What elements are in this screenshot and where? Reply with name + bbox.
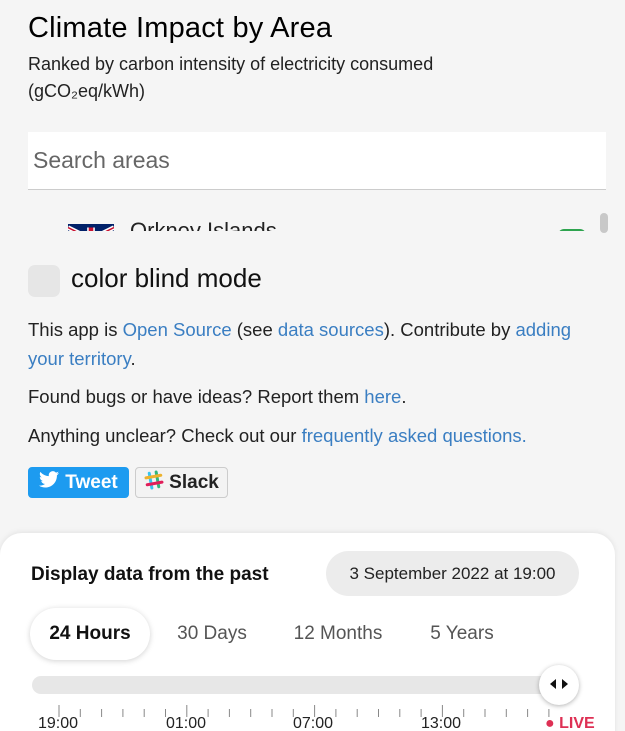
tick-label: 13:00 (421, 715, 462, 731)
page-title: Climate Impact by Area (28, 12, 333, 44)
slack-icon (144, 470, 164, 496)
time-slider-handle[interactable] (539, 665, 579, 705)
carbon-intensity-badge (558, 229, 586, 231)
color-blind-label: color blind mode (71, 263, 262, 293)
list-item[interactable]: Orkney Islands (28, 216, 606, 231)
selected-date-badge[interactable]: 3 September 2022 at 19:00 (326, 551, 579, 596)
open-source-link[interactable]: Open Source (123, 319, 232, 340)
live-indicator[interactable]: ● LIVE (545, 715, 595, 731)
time-panel-title: Display data from the past (31, 564, 269, 585)
time-slider-track[interactable] (32, 676, 557, 694)
color-blind-checkbox[interactable] (28, 265, 60, 297)
faq-link[interactable]: frequently asked questions. (302, 425, 527, 446)
tweet-button[interactable]: Tweet (28, 467, 129, 498)
page-subtitle: Ranked by carbon intensity of electricit… (28, 54, 434, 101)
time-controller-panel: Display data from the past 3 September 2… (0, 533, 615, 731)
info-text: Anything unclear? Check out our (28, 425, 302, 446)
data-sources-link[interactable]: data sources (278, 319, 384, 340)
info-text: . (130, 348, 136, 369)
arrows-horizontal-icon (550, 676, 568, 694)
tick-label: 01:00 (166, 715, 207, 731)
info-text: This app is (28, 319, 123, 340)
search-input[interactable] (28, 132, 606, 190)
info-text: . (401, 386, 407, 407)
tweet-label: Tweet (65, 471, 118, 493)
tick-label: 07:00 (293, 715, 334, 731)
list-scrollbar[interactable] (600, 213, 608, 233)
info-text: ). Contribute by (383, 319, 516, 340)
twitter-bird-icon (39, 471, 60, 494)
info-text: (see (231, 319, 278, 340)
bug-report-info: Found bugs or have ideas? Report them he… (28, 382, 608, 411)
info-text: Found bugs or have ideas? Report them (28, 386, 365, 407)
report-here-link[interactable]: here (364, 386, 401, 407)
uk-flag-icon (68, 224, 114, 231)
live-label: LIVE (559, 715, 595, 731)
area-name: Orkney Islands (130, 218, 277, 231)
slack-label: Slack (169, 471, 219, 493)
tick-label: 19:00 (38, 715, 79, 731)
area-list: Orkney Islands (28, 191, 606, 231)
slack-button[interactable]: Slack (135, 467, 228, 498)
open-source-info: This app is Open Source (see data source… (28, 315, 608, 373)
tab-5-years[interactable]: 5 Years (414, 608, 510, 660)
faq-info: Anything unclear? Check out our frequent… (28, 421, 608, 450)
tab-12-months[interactable]: 12 Months (276, 608, 400, 660)
tab-24-hours[interactable]: 24 Hours (30, 608, 150, 660)
tab-30-days[interactable]: 30 Days (160, 608, 264, 660)
